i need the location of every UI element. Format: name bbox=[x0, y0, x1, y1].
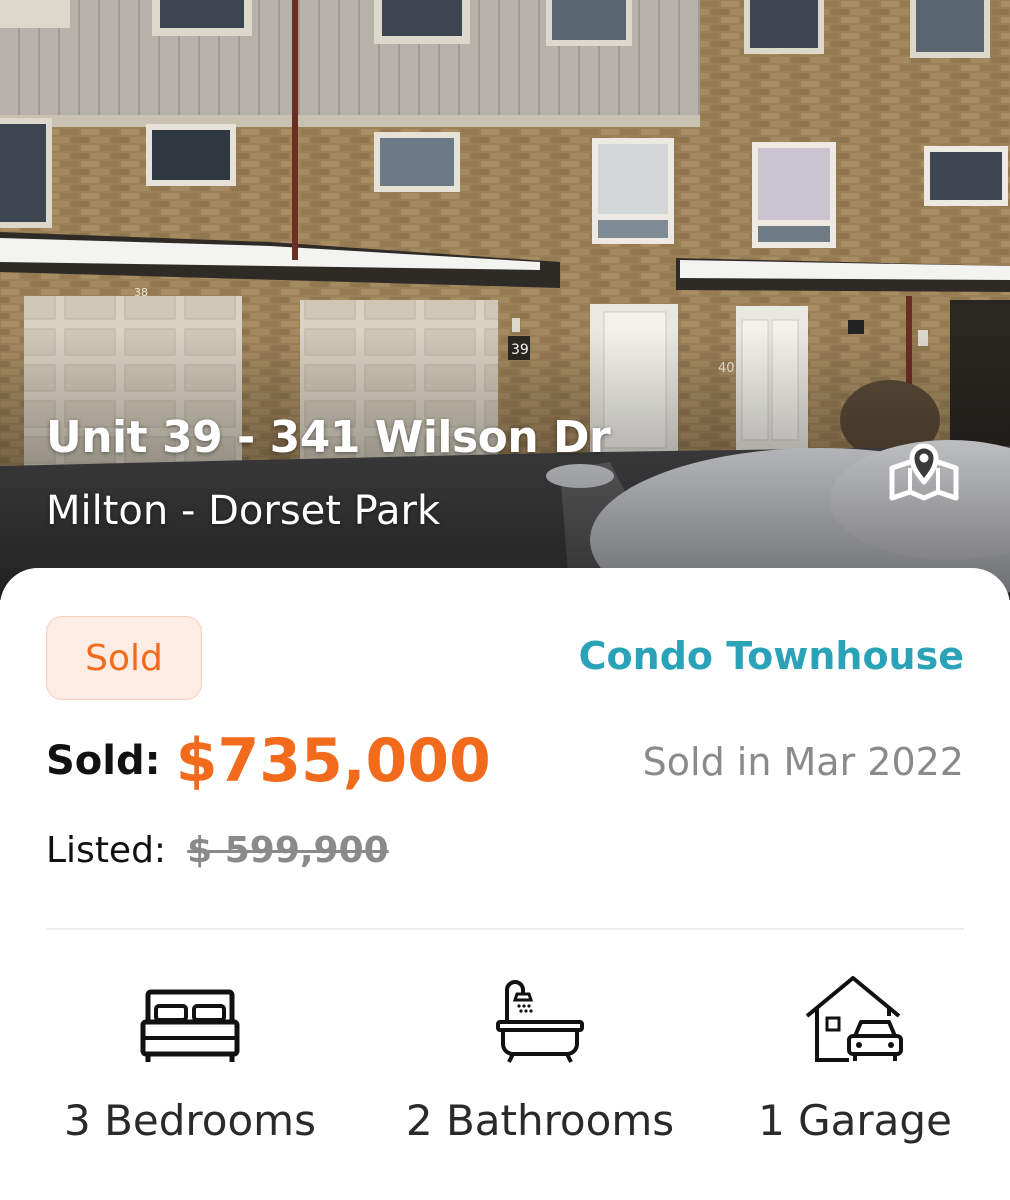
sold-price-row: Sold: $735,000 bbox=[46, 726, 491, 796]
bathtub-icon bbox=[496, 980, 584, 1063]
sold-label: Sold: bbox=[46, 738, 161, 784]
sold-date: Sold in Mar 2022 bbox=[642, 740, 964, 784]
listed-price-row: Listed: $ 599,900 bbox=[46, 830, 389, 871]
listing-photo[interactable]: 38 39 40 Unit 39 - 341 Wilson Dr Milton … bbox=[0, 0, 1010, 600]
garage-label: 1 Garage bbox=[758, 1096, 952, 1145]
listed-label: Listed: bbox=[46, 830, 167, 871]
feature-garage: 1 Garage bbox=[705, 968, 1005, 1168]
status-badge: Sold bbox=[46, 616, 202, 700]
map-button[interactable] bbox=[888, 438, 972, 514]
bathrooms-label: 2 Bathrooms bbox=[405, 1096, 675, 1145]
feature-bathrooms: 2 Bathrooms bbox=[390, 968, 690, 1168]
bed-icon bbox=[140, 989, 240, 1062]
sold-price: $735,000 bbox=[175, 726, 491, 796]
listing-address: Unit 39 - 341 Wilson Dr bbox=[46, 412, 611, 463]
bedrooms-label: 3 Bedrooms bbox=[64, 1096, 316, 1145]
listing-details-card: Sold Condo Townhouse Sold: $735,000 Sold… bbox=[0, 568, 1010, 1200]
map-pin-icon bbox=[889, 443, 959, 501]
property-type: Condo Townhouse bbox=[578, 634, 964, 678]
feature-bedrooms: 3 Bedrooms bbox=[40, 968, 340, 1168]
listing-area: Milton - Dorset Park bbox=[46, 488, 441, 534]
garage-icon bbox=[805, 976, 903, 1062]
divider bbox=[46, 928, 964, 930]
listed-price: $ 599,900 bbox=[187, 830, 389, 871]
